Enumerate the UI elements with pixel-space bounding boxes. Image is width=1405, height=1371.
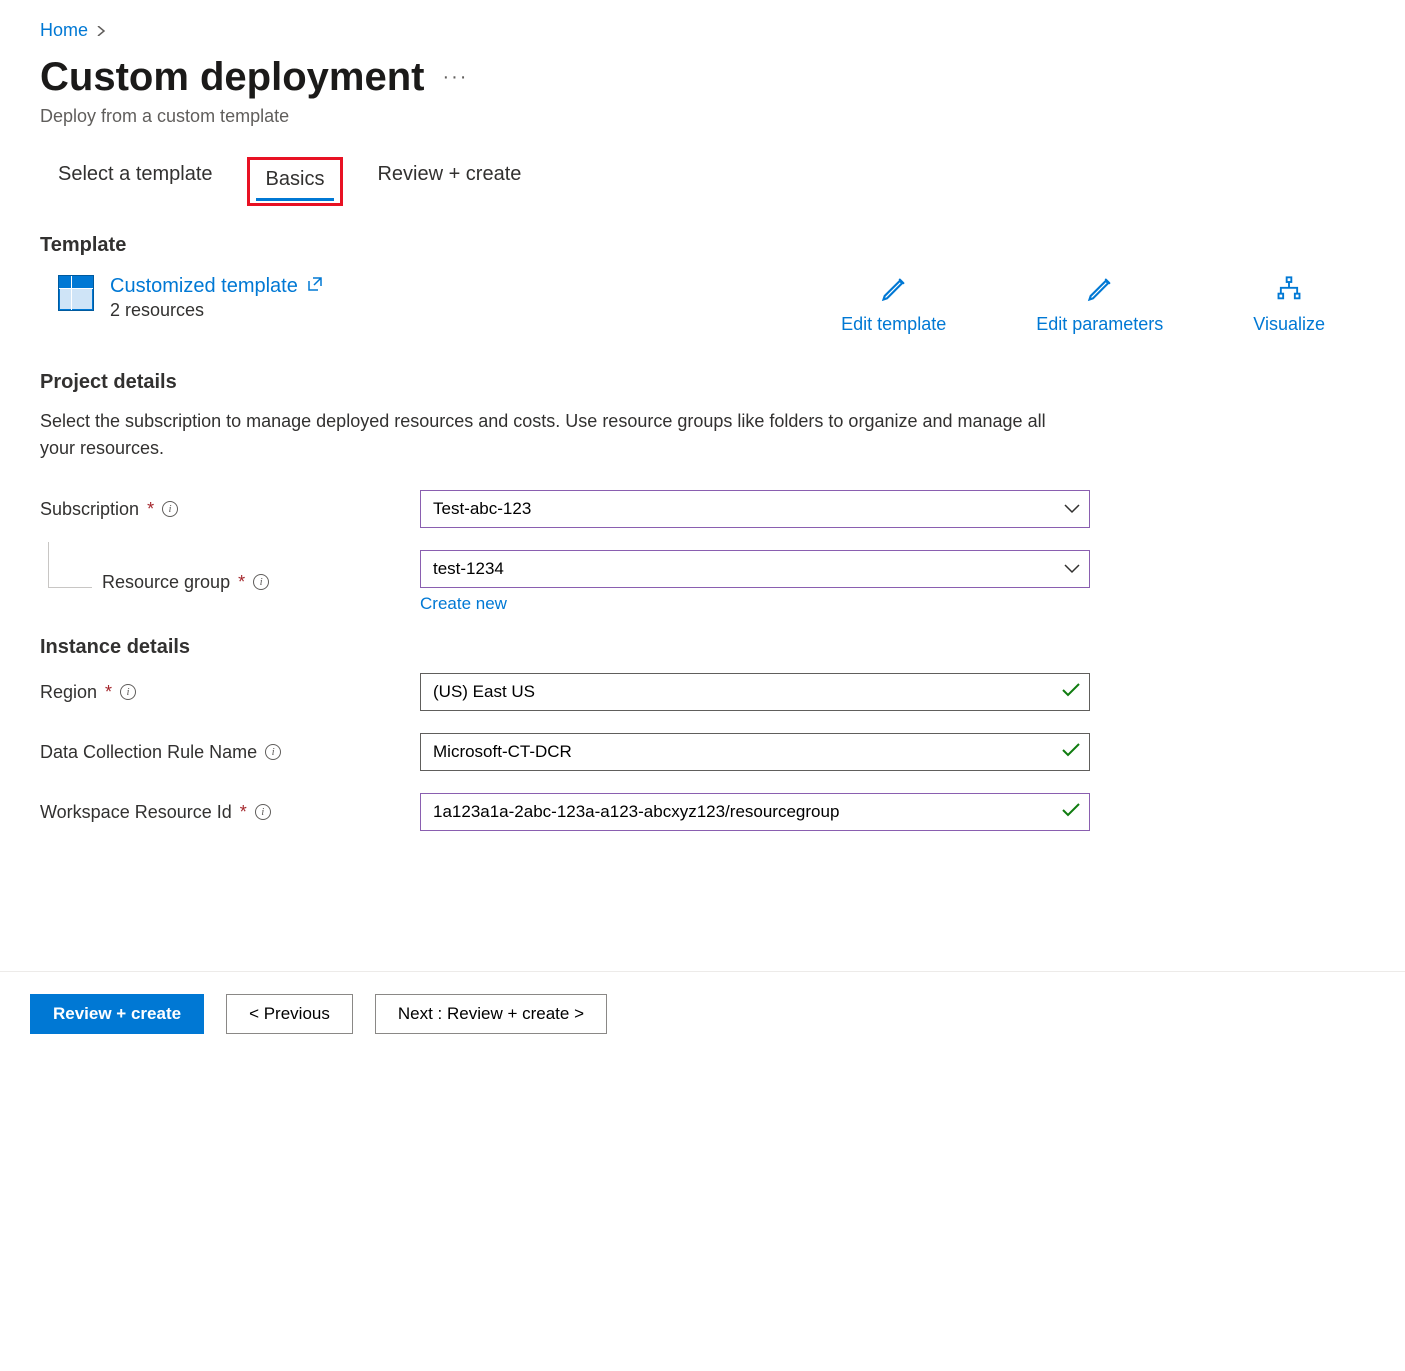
footer-bar: Review + create < Previous Next : Review… <box>0 971 1405 1064</box>
template-icon <box>58 275 94 311</box>
region-label: Region <box>40 682 97 703</box>
visualize-button[interactable]: Visualize <box>1253 275 1325 335</box>
edit-parameters-button[interactable]: Edit parameters <box>1036 275 1163 335</box>
workspace-id-label: Workspace Resource Id <box>40 802 232 823</box>
hierarchy-icon <box>1275 275 1303 308</box>
customized-template-link[interactable]: Customized template <box>110 275 323 297</box>
info-icon[interactable]: i <box>255 804 271 820</box>
page-subtitle: Deploy from a custom template <box>40 106 1365 127</box>
review-create-button[interactable]: Review + create <box>30 994 204 1034</box>
edit-template-button[interactable]: Edit template <box>841 275 946 335</box>
tabs: Select a template Basics Review + create <box>52 157 1365 206</box>
tree-line-icon <box>48 542 92 588</box>
more-icon[interactable]: ··· <box>442 66 468 89</box>
template-section-label: Template <box>40 234 1365 257</box>
instance-details-title: Instance details <box>40 636 1365 659</box>
info-icon[interactable]: i <box>253 574 269 590</box>
tab-basics[interactable]: Basics <box>247 157 344 206</box>
chevron-right-icon <box>96 23 106 39</box>
dcr-name-label: Data Collection Rule Name <box>40 742 257 763</box>
breadcrumb-home[interactable]: Home <box>40 20 88 41</box>
create-new-link[interactable]: Create new <box>420 594 507 614</box>
pencil-icon <box>1086 275 1114 308</box>
pencil-icon <box>880 275 908 308</box>
resource-group-select[interactable] <box>420 550 1090 588</box>
region-select[interactable] <box>420 673 1090 711</box>
subscription-select[interactable] <box>420 490 1090 528</box>
page-title: Custom deployment <box>40 55 424 100</box>
required-icon: * <box>240 802 247 823</box>
project-details-description: Select the subscription to manage deploy… <box>40 408 1060 462</box>
required-icon: * <box>238 572 245 593</box>
subscription-label: Subscription <box>40 499 139 520</box>
info-icon[interactable]: i <box>162 501 178 517</box>
previous-button[interactable]: < Previous <box>226 994 353 1034</box>
open-external-icon <box>307 275 323 298</box>
workspace-id-input[interactable] <box>420 793 1090 831</box>
tab-select-template[interactable]: Select a template <box>52 157 219 206</box>
breadcrumb: Home <box>40 20 1365 41</box>
next-button[interactable]: Next : Review + create > <box>375 994 607 1034</box>
tab-review-create[interactable]: Review + create <box>371 157 527 206</box>
required-icon: * <box>105 682 112 703</box>
template-resource-count: 2 resources <box>110 300 323 321</box>
project-details-title: Project details <box>40 371 1365 394</box>
info-icon[interactable]: i <box>120 684 136 700</box>
dcr-name-input[interactable] <box>420 733 1090 771</box>
resource-group-label: Resource group <box>102 572 230 593</box>
required-icon: * <box>147 499 154 520</box>
info-icon[interactable]: i <box>265 744 281 760</box>
